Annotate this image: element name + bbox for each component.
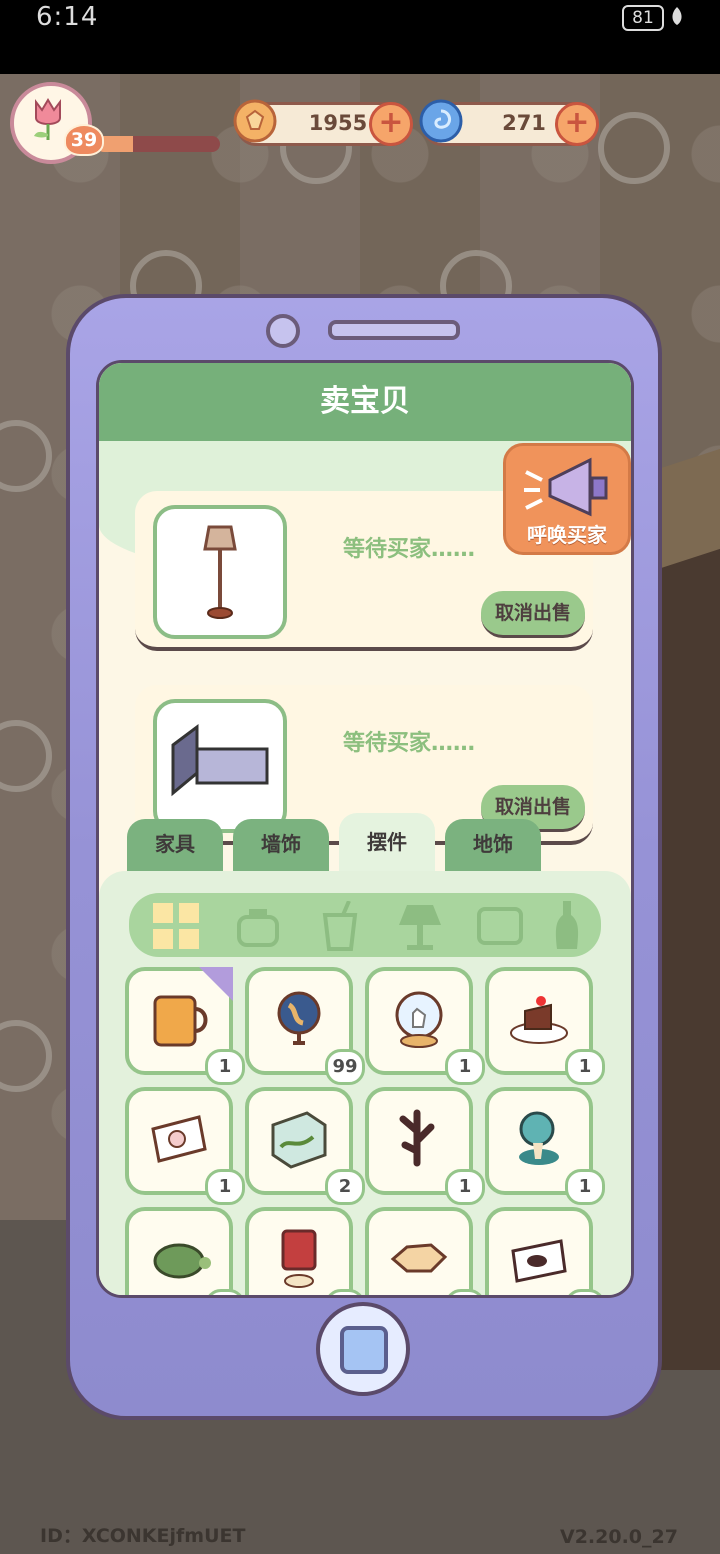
cup-icon[interactable] xyxy=(315,901,365,951)
item-slot-cow-rug[interactable]: 1 xyxy=(485,1207,605,1295)
level-badge: 39 xyxy=(64,124,104,156)
tab-1[interactable]: 墙饰 xyxy=(233,819,329,873)
item-slot-photo-stand[interactable]: 1 xyxy=(245,1207,365,1295)
camera-icon xyxy=(266,314,300,348)
item-count: 1 xyxy=(565,1289,605,1295)
listing-status: 等待买家…… xyxy=(343,731,476,756)
add-gems-button[interactable]: + xyxy=(555,102,599,146)
bottle-icon[interactable] xyxy=(549,901,599,951)
lamp-icon[interactable] xyxy=(395,901,445,951)
status-bar: 6:14 81 xyxy=(0,0,720,74)
floor-lamp-icon xyxy=(203,525,237,619)
bed-icon xyxy=(171,724,269,797)
item-count: 1 xyxy=(445,1049,485,1085)
turtle-icon xyxy=(153,1243,211,1279)
leaf-icon xyxy=(672,7,682,25)
item-count: 2 xyxy=(325,1169,365,1205)
player-id: ID：XCONKEjfmUET xyxy=(40,1525,246,1547)
megaphone-icon xyxy=(524,457,608,517)
item-slot-cake[interactable]: 1 xyxy=(485,967,605,1085)
inventory-panel: 1 99 1 1 1 2 1 1 1 1 1 1 xyxy=(99,871,631,1295)
grid-icon[interactable] xyxy=(151,901,201,951)
cake-icon xyxy=(510,996,568,1044)
pillow-icon[interactable] xyxy=(475,901,525,951)
item-count: 1 xyxy=(205,1049,245,1085)
screen-title: 卖宝贝 xyxy=(99,363,631,441)
item-count: 1 xyxy=(205,1289,245,1295)
aquarium-icon xyxy=(271,1111,327,1169)
add-coins-button[interactable]: + xyxy=(369,102,413,146)
item-count: 1 xyxy=(445,1169,485,1205)
hud: 39 1955 + 271 + xyxy=(0,80,720,170)
item-slot-driftwood[interactable]: 1 xyxy=(365,1087,485,1205)
item-count: 1 xyxy=(445,1289,485,1295)
listing-thumbnail[interactable] xyxy=(153,699,287,833)
listing-status: 等待买家…… xyxy=(343,537,476,562)
pot-icon[interactable] xyxy=(233,901,283,951)
item-slot-snow-globe[interactable]: 1 xyxy=(365,967,485,1085)
item-slot-globe[interactable]: 99 xyxy=(245,967,365,1085)
item-slot-mushroom[interactable]: 1 xyxy=(485,1087,605,1205)
photo-stand-icon xyxy=(281,1229,317,1288)
call-buyer-label: 呼唤买家 xyxy=(527,523,607,547)
mushroom-icon xyxy=(519,1111,559,1165)
swirl-icon xyxy=(419,99,463,143)
driftwood-icon xyxy=(399,1109,435,1167)
status-time: 6:14 xyxy=(36,2,99,32)
item-count: 1 xyxy=(325,1289,365,1295)
item-count: 1 xyxy=(565,1049,605,1085)
tulip-icon xyxy=(34,98,61,140)
gem-counter: 271 + xyxy=(419,99,599,146)
item-count: 1 xyxy=(565,1169,605,1205)
tab-3[interactable]: 地饰 xyxy=(445,819,541,873)
tab-2[interactable]: 摆件 xyxy=(339,813,435,873)
cow-rug-icon xyxy=(511,1239,567,1283)
cancel-sale-button[interactable]: 取消出售 xyxy=(481,591,585,638)
phone-frame: 卖宝贝 等待买家…… 取消出售 等待买家…… 取消出售 呼唤买家 家具 墙饰 摆… xyxy=(66,294,662,1420)
new-tag xyxy=(199,967,233,1001)
xp-bar xyxy=(96,136,220,152)
rug-bunny-icon xyxy=(151,1115,207,1163)
item-slot-aquarium[interactable]: 2 xyxy=(245,1087,365,1205)
phone-screen: 卖宝贝 等待买家…… 取消出售 等待买家…… 取消出售 呼唤买家 家具 墙饰 摆… xyxy=(96,360,634,1298)
tab-0[interactable]: 家具 xyxy=(127,819,223,873)
category-tabs: 家具 墙饰 摆件 地饰 xyxy=(127,813,607,873)
item-count: 99 xyxy=(325,1049,365,1085)
snow-globe-icon xyxy=(395,991,443,1048)
home-button[interactable] xyxy=(316,1302,410,1396)
coin-icon xyxy=(233,99,277,143)
fur-rug-icon xyxy=(390,1243,448,1273)
battery-indicator: 81 xyxy=(622,5,664,31)
version-label: V2.20.0_27 xyxy=(560,1526,678,1548)
speaker-slot xyxy=(328,320,460,340)
item-slot-fur-rug[interactable]: 1 xyxy=(365,1207,485,1295)
item-slot-turtle[interactable]: 1 xyxy=(125,1207,245,1295)
listing-thumbnail[interactable] xyxy=(153,505,287,639)
coin-counter: 1955 + xyxy=(233,99,413,146)
item-slot-rug-bunny[interactable]: 1 xyxy=(125,1087,245,1205)
item-slot-mug[interactable]: 1 xyxy=(125,967,245,1085)
globe-icon xyxy=(277,991,321,1045)
subcategory-row xyxy=(129,893,601,957)
call-buyer-button[interactable]: 呼唤买家 xyxy=(503,443,631,555)
item-count: 1 xyxy=(205,1169,245,1205)
